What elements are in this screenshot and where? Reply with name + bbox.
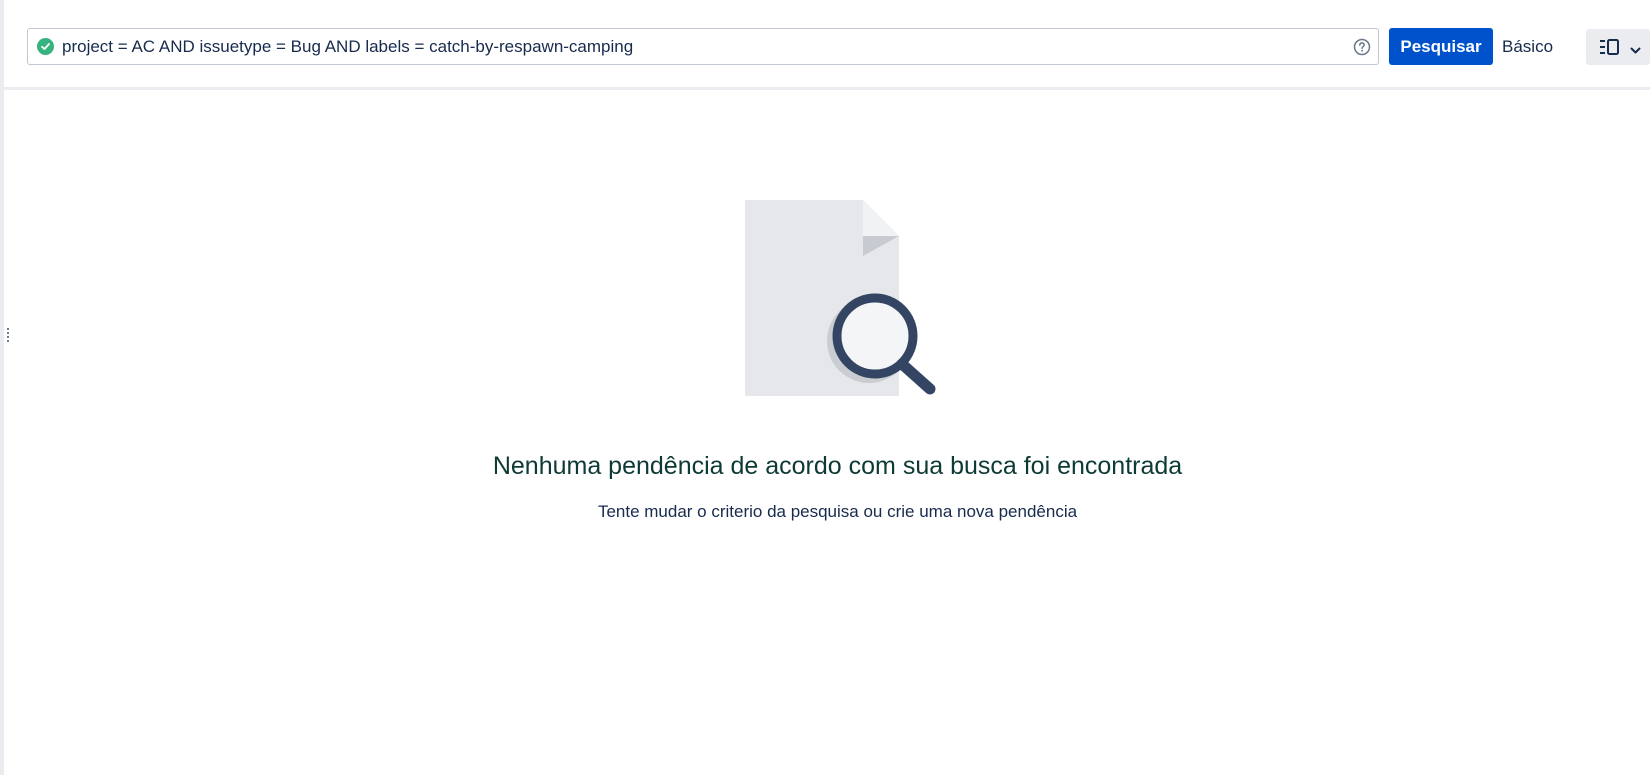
view-switcher-button[interactable] bbox=[1586, 29, 1650, 65]
list-view-icon bbox=[1600, 39, 1620, 60]
search-button[interactable]: Pesquisar bbox=[1389, 28, 1493, 65]
search-toolbar: project = AC AND issuetype = Bug AND lab… bbox=[4, 0, 1650, 90]
document-search-icon bbox=[739, 196, 939, 399]
panel-resize-handle[interactable] bbox=[6, 327, 10, 345]
empty-state-title: Nenhuma pendência de acordo com sua busc… bbox=[492, 452, 1183, 480]
question-circle-icon[interactable] bbox=[1353, 38, 1371, 56]
check-circle-icon bbox=[37, 38, 54, 55]
issue-navigator: project = AC AND issuetype = Bug AND lab… bbox=[0, 0, 1650, 775]
empty-state-subtitle: Tente mudar o criterio da pesquisa ou cr… bbox=[597, 502, 1078, 521]
basic-mode-toggle[interactable]: Básico bbox=[1502, 28, 1553, 65]
chevron-down-icon bbox=[1630, 42, 1641, 60]
jql-query-text[interactable]: project = AC AND issuetype = Bug AND lab… bbox=[62, 29, 633, 64]
jql-search-input[interactable]: project = AC AND issuetype = Bug AND lab… bbox=[27, 28, 1379, 65]
